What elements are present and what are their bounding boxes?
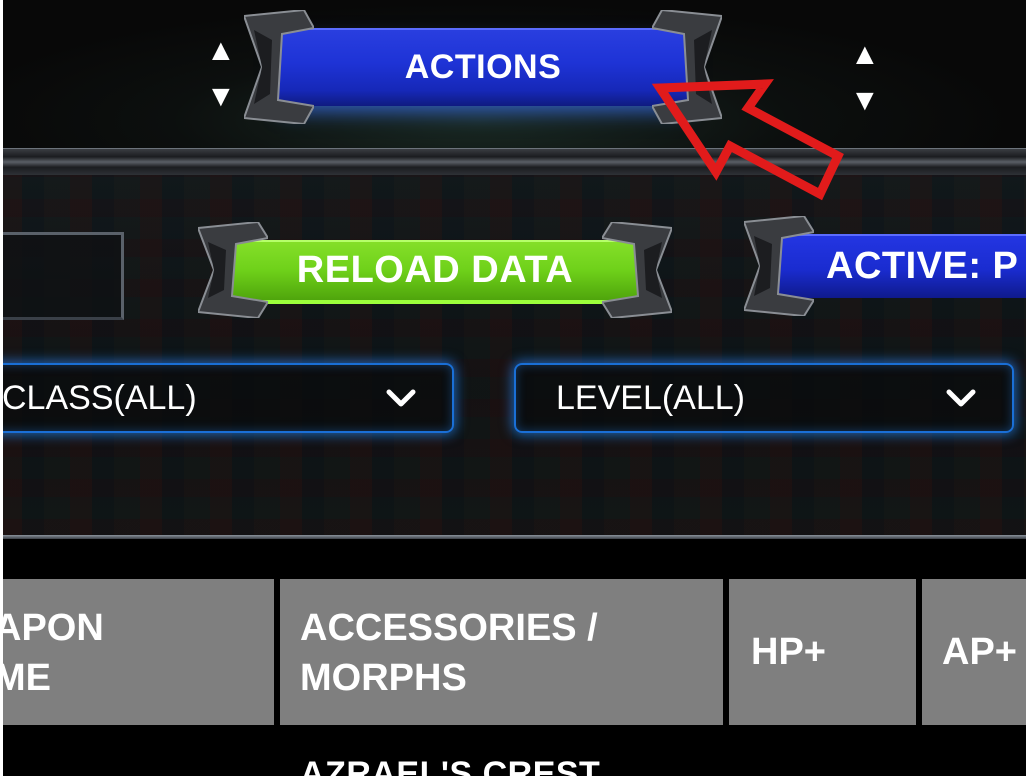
ornate-frame-left-icon xyxy=(244,10,314,124)
column-header-line: ACCESSORIES / xyxy=(300,607,598,649)
search-box-frame[interactable] xyxy=(0,232,124,320)
sort-down-icon[interactable]: ▼ xyxy=(850,78,880,124)
sort-up-icon[interactable]: ▲ xyxy=(206,28,236,74)
ornate-frame-right-icon xyxy=(602,222,672,318)
column-header-weapon-name[interactable]: APON ME xyxy=(0,579,274,725)
spacer-strip xyxy=(0,539,1026,579)
table-header: APON ME ACCESSORIES / MORPHS HP+ AP+ xyxy=(0,579,1026,725)
column-header-hp[interactable]: HP+ xyxy=(729,579,916,725)
column-header-line: MORPHS xyxy=(300,657,467,699)
column-header-label: AP+ xyxy=(942,631,1017,673)
reload-data-button[interactable]: RELOAD DATA xyxy=(198,222,672,318)
red-arrow-icon xyxy=(651,79,844,201)
sort-up-icon[interactable]: ▲ xyxy=(850,32,880,78)
app-stage: ACTIONS RELOAD DATA ACTIVE: P CLASS(ALL) xyxy=(0,0,1026,776)
column-header-accessories: ACCESSORIES / MORPHS xyxy=(280,579,723,725)
column-header-line: APON xyxy=(0,607,104,649)
separator-bar xyxy=(0,148,1026,176)
table-row-accessory-name: AZRAEL'S CREST xyxy=(300,755,601,776)
sort-hp-control[interactable]: ▲ ▼ xyxy=(850,32,880,124)
level-filter-value: LEVEL(ALL) xyxy=(556,378,745,417)
actions-label: ACTIONS xyxy=(404,47,562,86)
active-filter-button[interactable]: ACTIVE: P xyxy=(744,216,1026,316)
ornate-frame-left-icon xyxy=(198,222,268,318)
sort-down-icon[interactable]: ▼ xyxy=(206,74,236,120)
column-header-line: ME xyxy=(0,657,51,699)
chevron-down-icon xyxy=(386,389,416,407)
active-filter-label: ACTIVE: P xyxy=(826,244,1019,287)
ornate-frame-left-icon xyxy=(744,216,814,316)
class-filter-select[interactable]: CLASS(ALL) xyxy=(0,363,454,433)
left-edge xyxy=(0,0,3,776)
level-filter-select[interactable]: LEVEL(ALL) xyxy=(514,363,1014,433)
sort-weapon-control[interactable]: ▲ ▼ xyxy=(206,28,236,120)
actions-button[interactable]: ACTIONS xyxy=(244,10,722,124)
class-filter-value: CLASS(ALL) xyxy=(2,378,197,417)
reload-data-label: RELOAD DATA xyxy=(296,248,574,291)
chevron-down-icon xyxy=(946,389,976,407)
column-header-label: HP+ xyxy=(751,631,826,673)
column-header-ap[interactable]: AP+ xyxy=(922,579,1026,725)
filter-panel-background xyxy=(0,175,1026,537)
